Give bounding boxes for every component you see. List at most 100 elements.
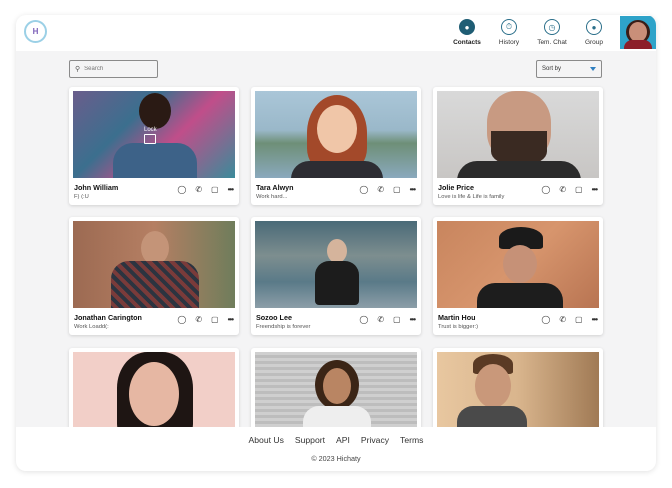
footer: About Us Support API Privacy Terms © 202… [16,427,656,471]
temp-chat-icon: ◷ [544,19,560,35]
group-icon: ● [586,19,602,35]
footer-link-about[interactable]: About Us [249,435,284,445]
photo-face [323,368,351,404]
contact-actions: ◯ ✆ ▢ ••• [359,315,416,325]
contact-name: Sozoo Lee [256,313,292,322]
app-window: H ● Contacts ⏱ History ◷ Tem. Chat ● Gro… [16,15,656,471]
lock-overlay[interactable]: Lock [144,127,157,144]
logo-mark: H [32,27,39,36]
contact-name: Jonathan Carington [74,313,142,322]
contact-status: F) (:U [74,194,89,200]
avatar-shirt [624,40,652,49]
photo-face [503,245,537,283]
top-bar: H ● Contacts ⏱ History ◷ Tem. Chat ● Gro… [16,15,656,51]
chat-icon[interactable]: ◯ [541,315,550,325]
more-icon[interactable]: ••• [410,185,416,195]
phone-icon[interactable]: ✆ [195,185,202,195]
nav-history[interactable]: ⏱ History [487,19,531,46]
nav-temp-chat[interactable]: ◷ Tem. Chat [530,19,574,46]
phone-icon[interactable]: ✆ [195,315,202,325]
contact-name: Tara Alwyn [256,183,294,192]
more-icon[interactable]: ••• [228,315,234,325]
lock-label: Lock [144,127,157,133]
nav-group[interactable]: ● Group [572,19,616,46]
video-icon[interactable]: ▢ [575,185,583,195]
sort-label: Sort by [542,66,562,72]
nav-contacts[interactable]: ● Contacts [445,19,489,46]
contact-photo [255,221,417,308]
chat-icon[interactable]: ◯ [359,315,368,325]
more-icon[interactable]: ••• [592,315,598,325]
profile-avatar[interactable] [620,16,656,49]
video-icon[interactable]: ▢ [211,315,219,325]
search-box[interactable]: ⚲ [69,60,158,78]
contact-photo [255,352,417,439]
contact-photo [437,352,599,439]
photo-body [477,283,563,308]
contact-photo [73,221,235,308]
chevron-down-icon [590,67,596,71]
contact-name: Jolie Price [438,183,474,192]
contact-card[interactable]: Tara Alwyn Work hard... ◯ ✆ ▢ ••• [251,87,421,205]
chat-icon[interactable]: ◯ [177,315,186,325]
contact-status: Trust is bigger:) [438,324,479,330]
more-icon[interactable]: ••• [228,185,234,195]
contact-card[interactable]: Martin Hou Trust is bigger:) ◯ ✆ ▢ ••• [433,217,603,335]
photo-face [475,364,511,408]
photo-body [113,143,197,178]
contact-status: Work Loadd(: [74,324,109,330]
phone-icon[interactable]: ✆ [377,185,384,195]
contact-name: John William [74,183,119,192]
nav-label: Tem. Chat [537,39,567,46]
avatar-face [629,22,647,42]
video-icon[interactable]: ▢ [575,315,583,325]
photo-face [129,362,179,426]
nav-label: History [498,39,520,46]
photo-face [317,105,357,153]
contact-card[interactable]: Sozoo Lee Freendship is forever ◯ ✆ ▢ ••… [251,217,421,335]
footer-link-support[interactable]: Support [295,435,325,445]
footer-links: About Us Support API Privacy Terms [16,435,656,445]
search-input[interactable] [84,66,155,72]
nav-label: Contacts [453,39,481,46]
phone-icon[interactable]: ✆ [559,315,566,325]
photo-beard [491,131,547,165]
nav-label: Group [584,39,604,46]
more-icon[interactable]: ••• [592,185,598,195]
video-icon[interactable]: ▢ [393,315,401,325]
contact-photo [437,91,599,178]
phone-icon[interactable]: ✆ [377,315,384,325]
lock-icon [144,134,157,144]
chat-icon[interactable]: ◯ [359,185,368,195]
contact-card[interactable]: Jolie Price Love is life & Life is famil… [433,87,603,205]
copyright: © 2023 Hichaty [311,454,361,463]
video-icon[interactable]: ▢ [211,185,219,195]
contact-photo [437,221,599,308]
contact-status: Work hard... [256,194,288,200]
footer-link-api[interactable]: API [336,435,350,445]
phone-icon[interactable]: ✆ [559,185,566,195]
contact-photo [255,91,417,178]
chat-icon[interactable]: ◯ [177,185,186,195]
footer-link-terms[interactable]: Terms [400,435,423,445]
contact-card[interactable]: Jonathan Carington Work Loadd(: ◯ ✆ ▢ ••… [69,217,239,335]
history-icon: ⏱ [501,19,517,35]
contact-photo [73,352,235,439]
photo-body [291,161,383,178]
contact-status: Freendship is forever [256,324,311,330]
chat-icon[interactable]: ◯ [541,185,550,195]
app-logo[interactable]: H [24,20,47,43]
more-icon[interactable]: ••• [410,315,416,325]
contact-photo: Lock [73,91,235,178]
footer-link-privacy[interactable]: Privacy [361,435,389,445]
contact-actions: ◯ ✆ ▢ ••• [541,315,598,325]
search-icon: ⚲ [75,66,81,73]
contact-status: Love is life & Life is family [438,194,505,200]
sort-dropdown[interactable]: Sort by [536,60,602,78]
contact-card[interactable]: Lock John William F) (:U ◯ ✆ ▢ ••• [69,87,239,205]
photo-body [457,161,581,178]
photo-body [111,261,199,308]
contact-actions: ◯ ✆ ▢ ••• [177,185,234,195]
contact-actions: ◯ ✆ ▢ ••• [177,315,234,325]
video-icon[interactable]: ▢ [393,185,401,195]
